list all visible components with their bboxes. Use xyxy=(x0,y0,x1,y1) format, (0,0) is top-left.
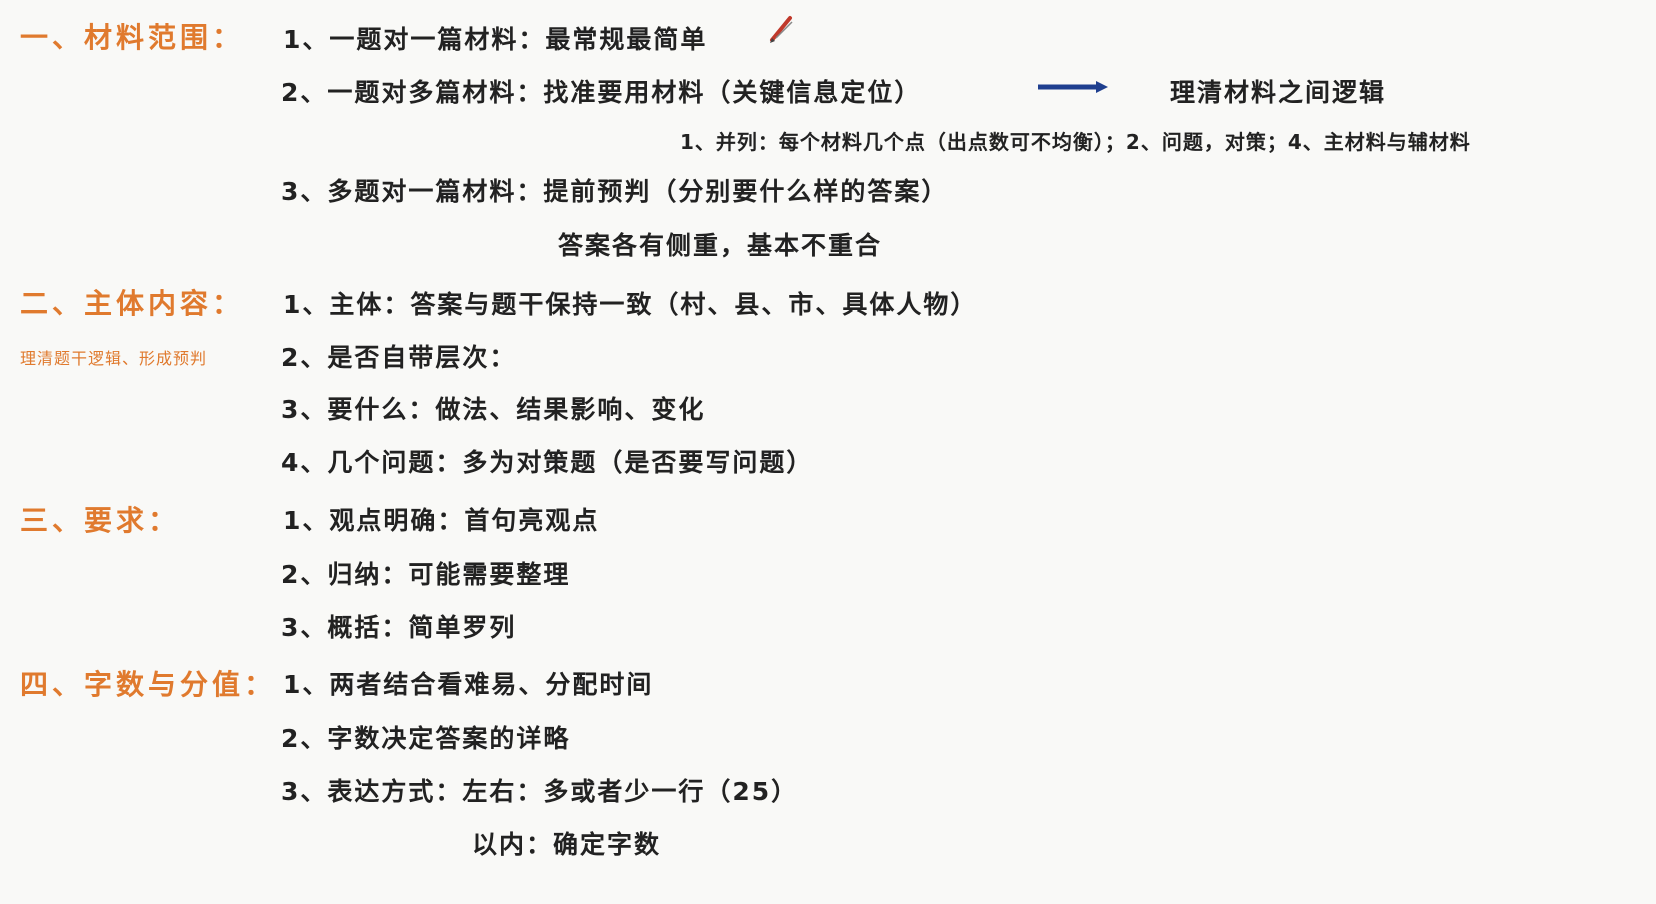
section3-item3: 3、概括：简单罗列 xyxy=(281,613,517,642)
section1-item2: 2、一题对多篇材料：找准要用材料（关键信息定位） xyxy=(281,78,922,107)
section1-item3-sub: 答案各有侧重，基本不重合 xyxy=(558,231,883,260)
section4-item2: 2、字数决定答案的详略 xyxy=(281,724,571,753)
section2-item2: 2、是否自带层次： xyxy=(281,343,517,372)
section1-item3: 3、多题对一篇材料：提前预判（分别要什么样的答案） xyxy=(281,177,949,206)
section2-note: 理清题干逻辑、形成预判 xyxy=(20,349,208,368)
section4-item1: 1、两者结合看难易、分配时间 xyxy=(283,670,654,699)
section1-heading: 一、材料范围： xyxy=(20,21,245,54)
section1-item1: 1、一题对一篇材料：最常规最简单 xyxy=(283,25,708,54)
section2-heading: 二、主体内容： xyxy=(20,287,245,320)
section2-item3: 3、要什么：做法、结果影响、变化 xyxy=(281,395,706,424)
section4-item3-sub: 以内：确定字数 xyxy=(472,830,662,859)
section4-heading: 四、字数与分值： xyxy=(20,668,277,701)
section4-item3: 3、表达方式：左右：多或者少一行（25） xyxy=(281,777,799,806)
section1-item2-sub: 1、并列：每个材料几个点（出点数可不均衡）；2、问题，对策；4、主材料与辅材料 xyxy=(680,130,1471,154)
section3-heading: 三、要求： xyxy=(20,504,181,537)
section3-item2: 2、归纳：可能需要整理 xyxy=(281,560,571,589)
section3-item1: 1、观点明确：首句亮观点 xyxy=(283,506,600,535)
pen-icon xyxy=(770,16,793,43)
section2-item4: 4、几个问题：多为对策题（是否要写问题） xyxy=(281,448,814,477)
section2-item1: 1、主体：答案与题干保持一致（村、县、市、具体人物） xyxy=(283,290,978,319)
right-arrow-icon xyxy=(1038,81,1108,93)
section1-item2-result: 理清材料之间逻辑 xyxy=(1170,78,1387,107)
